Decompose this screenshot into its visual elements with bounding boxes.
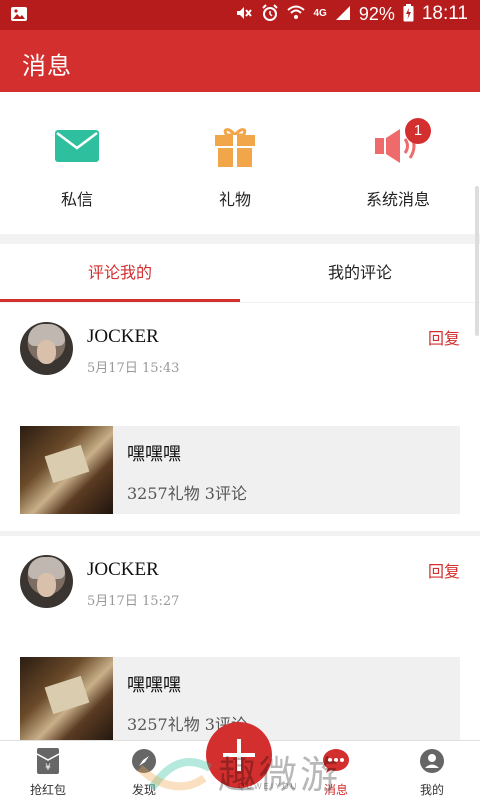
- timestamp: 5月17日 15:43: [87, 361, 180, 376]
- post-stats: 3257礼物 3评论: [127, 484, 247, 503]
- nav-item-red-envelope[interactable]: ¥ 抢红包: [0, 747, 96, 798]
- tab-my-comments[interactable]: 我的评论: [240, 244, 480, 302]
- signal-icon: [335, 5, 351, 23]
- battery-percent: 92%: [358, 3, 395, 24]
- private-message-label: 私信: [60, 190, 93, 209]
- notification-badge: 1: [405, 118, 431, 144]
- tab-indicator: [0, 299, 240, 302]
- nav-item-messages[interactable]: 消息: [288, 747, 384, 798]
- nav-label: 我的: [419, 783, 444, 797]
- post-preview[interactable]: 嘿嘿嘿 3257礼物 3评论: [20, 426, 460, 514]
- system-message-button[interactable]: 1 系统消息: [343, 118, 453, 210]
- wifi-icon: [287, 5, 306, 23]
- gallery-icon: [10, 6, 28, 27]
- timestamp: 5月17日 15:27: [87, 594, 180, 609]
- nav-item-discover[interactable]: 发现: [96, 747, 192, 798]
- post-thumbnail: [20, 426, 113, 514]
- gift-button[interactable]: 礼物: [180, 122, 290, 210]
- svg-text:¥: ¥: [45, 763, 51, 773]
- nav-label: 抢红包: [29, 783, 66, 797]
- alarm-icon: [261, 4, 279, 24]
- avatar[interactable]: [20, 322, 73, 375]
- nav-label: 发现: [131, 783, 156, 797]
- reply-button[interactable]: 回复: [428, 325, 460, 349]
- nav-label: 消息: [323, 783, 348, 797]
- username[interactable]: JOCKER: [87, 559, 159, 581]
- status-bar: 4G 92% 18:11: [0, 0, 480, 30]
- plus-icon[interactable]: [206, 722, 272, 788]
- battery-icon: [403, 4, 414, 24]
- post-title: 嘿嘿嘿: [127, 444, 181, 465]
- app-bar: 消息: [0, 30, 480, 92]
- list-item: JOCKER 5月17日 15:27 回复 嘿嘿嘿 3257礼物 3评论: [0, 536, 480, 740]
- private-message-button[interactable]: 私信: [22, 122, 132, 210]
- avatar[interactable]: [20, 555, 73, 608]
- compass-icon: [130, 747, 158, 775]
- status-icons: 4G 92% 18:11: [235, 3, 468, 25]
- user-icon: [418, 747, 446, 775]
- nav-item-me[interactable]: 我的: [384, 747, 480, 798]
- chat-icon: [322, 747, 350, 775]
- mail-icon: [54, 129, 100, 167]
- gift-icon: [214, 124, 256, 172]
- page-title: 消息: [22, 52, 72, 80]
- clock: 18:11: [421, 3, 468, 24]
- post-title: 嘿嘿嘿: [127, 675, 181, 696]
- scroll-indicator: [475, 186, 479, 336]
- quick-actions: 私信 礼物 1 系统消息: [0, 92, 480, 234]
- system-message-label: 系统消息: [365, 190, 430, 209]
- tab-comments-on-me[interactable]: 评论我的: [0, 244, 240, 302]
- post-thumbnail: [20, 657, 113, 740]
- username[interactable]: JOCKER: [87, 326, 159, 348]
- network-type: 4G: [313, 8, 327, 19]
- gift-label: 礼物: [218, 190, 251, 209]
- comment-list[interactable]: JOCKER 5月17日 15:43 回复 嘿嘿嘿 3257礼物 3评论 JOC…: [0, 303, 480, 740]
- list-item: JOCKER 5月17日 15:43 回复 嘿嘿嘿 3257礼物 3评论: [0, 303, 480, 531]
- red-envelope-icon: ¥: [34, 747, 62, 775]
- reply-button[interactable]: 回复: [428, 558, 460, 582]
- mute-icon: [235, 5, 253, 23]
- tab-bar: 评论我的 我的评论: [0, 244, 480, 302]
